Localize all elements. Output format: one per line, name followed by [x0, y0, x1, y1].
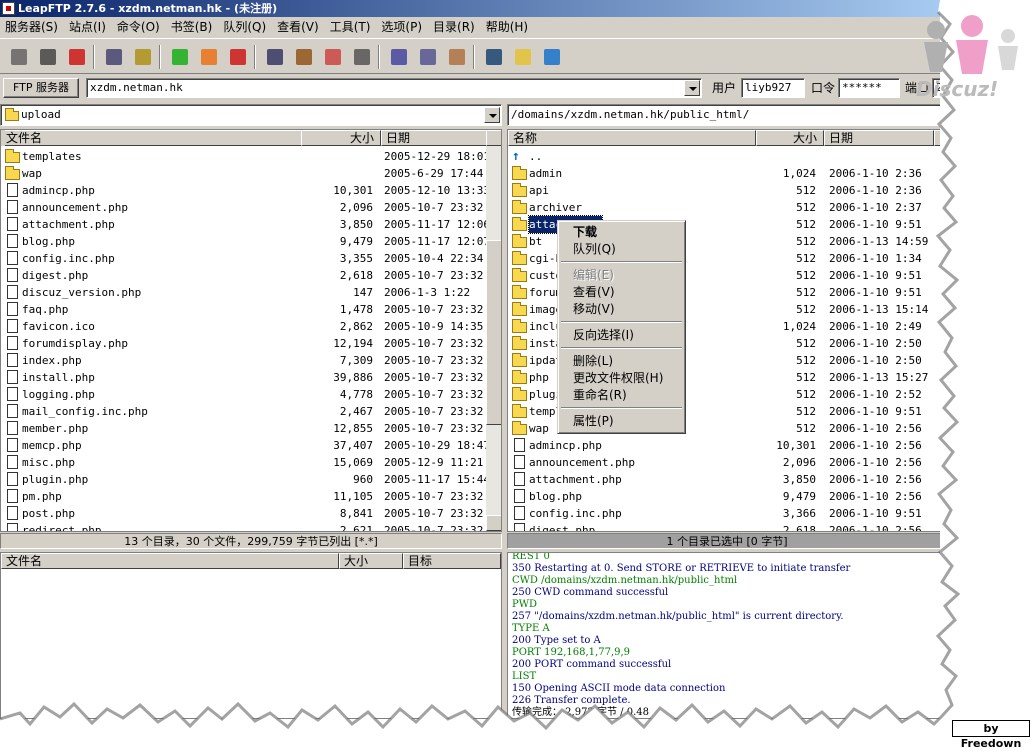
torn-edge-border	[0, 0, 1033, 741]
discuz-logo: Discuz!	[912, 8, 1030, 101]
logo-text: Discuz!	[916, 77, 998, 100]
credit-badge: by Freedown	[952, 720, 1030, 750]
